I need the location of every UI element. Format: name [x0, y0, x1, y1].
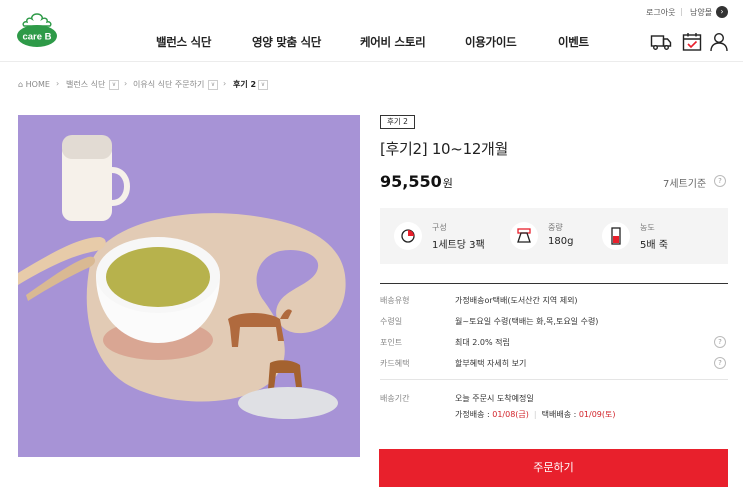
user-icon[interactable] — [708, 31, 730, 53]
info-value-card-benefit[interactable]: 할부혜택 자세히 보기 — [455, 358, 526, 369]
info-value-receive-day: 월~토요일 수령(택배는 화,목,토요일 수령) — [455, 317, 599, 326]
price-value: 95,550 — [380, 172, 442, 191]
truck-icon[interactable] — [650, 31, 672, 53]
nav-custom-diet[interactable]: 영양 맞춤 식단 — [252, 34, 321, 50]
chevron-down-icon[interactable]: ∨ — [258, 80, 268, 90]
info-value-delivery-type: 가정배송or택배(도서산간 지역 제외) — [455, 296, 578, 305]
chevron-right-icon: › — [124, 79, 128, 88]
info-label-delivery-period: 배송기간 — [380, 394, 410, 403]
info-label-card-benefit: 카드혜택 — [380, 359, 410, 368]
nav-balance-diet[interactable]: 밸런스 식단 — [156, 34, 211, 50]
parcel-delivery-label: 택배배송 : — [541, 410, 579, 419]
spec-concentration-value: 5배 죽 — [640, 240, 668, 251]
help-icon[interactable]: ? — [714, 357, 726, 369]
spec-composition-value: 1세트당 3팩 — [432, 240, 485, 251]
price-currency: 원 — [442, 177, 453, 190]
info-label-receive-day: 수령일 — [380, 317, 403, 326]
breadcrumb-home[interactable]: ⌂ HOME — [18, 79, 50, 91]
info-divider — [380, 379, 728, 380]
parcel-delivery-date: 01/09(토) — [578, 410, 616, 419]
breadcrumb-current[interactable]: 후기 2 — [233, 79, 256, 91]
header-divider — [0, 61, 743, 62]
info-divider — [380, 283, 728, 284]
util-separator: | — [680, 7, 683, 16]
product-price: 95,550원 — [380, 172, 453, 191]
spec-weight-value: 180g — [548, 236, 574, 247]
breadcrumb-item[interactable]: 밸런스 식단 — [66, 79, 105, 91]
product-category-tag: 후기 2 — [380, 115, 415, 129]
chevron-down-icon[interactable]: ∨ — [208, 80, 218, 90]
pie-chart-icon — [394, 222, 422, 250]
delivery-estimate-text: 오늘 주문시 도착예정일 — [455, 394, 534, 403]
spec-composition-label: 구성 — [432, 223, 447, 232]
logo-text: care B — [22, 32, 51, 43]
product-title: [후기2] 10~12개월 — [380, 140, 509, 158]
date-separator: | — [533, 410, 537, 419]
nav-event[interactable]: 이벤트 — [558, 34, 589, 50]
spec-concentration-label: 농도 — [640, 223, 655, 232]
home-delivery-date: 01/08(금) — [492, 410, 529, 419]
breadcrumb-item[interactable]: 이유식 식단 주문하기 — [133, 79, 204, 91]
chevron-down-icon[interactable]: ∨ — [109, 80, 119, 90]
calendar-check-icon[interactable] — [681, 31, 703, 53]
info-label-points: 포인트 — [380, 338, 403, 347]
product-image — [18, 115, 360, 457]
nav-careb-story[interactable]: 케어비 스토리 — [360, 34, 426, 50]
info-label-delivery-type: 배송유형 — [380, 296, 410, 305]
chevron-right-icon[interactable]: › — [716, 6, 728, 18]
home-icon: ⌂ — [18, 80, 26, 89]
home-delivery-label: 가정배송 : — [455, 410, 493, 419]
spec-box: 구성 1세트당 3팩 중량 180g 농도 5배 죽 — [380, 208, 728, 264]
care-b-logo[interactable]: care B — [15, 11, 59, 49]
breadcrumb-home-label: HOME — [25, 80, 50, 89]
namyang-mall-link[interactable]: 남양몰 — [690, 7, 712, 18]
order-button[interactable]: 주문하기 — [379, 449, 728, 487]
set-basis-label: 7세트기준 — [663, 179, 707, 190]
spec-weight-label: 중량 — [548, 223, 563, 232]
info-value-points: 최대 2.0% 적립 — [455, 338, 510, 347]
chevron-right-icon: › — [223, 79, 227, 88]
help-icon[interactable]: ? — [714, 175, 726, 187]
scale-icon — [510, 222, 538, 250]
delivery-dates: 가정배송 : 01/08(금) | 택배배송 : 01/09(토) — [455, 409, 616, 420]
nav-guide[interactable]: 이용가이드 — [465, 34, 517, 50]
beaker-icon — [602, 222, 630, 250]
logout-link[interactable]: 로그아웃 — [646, 7, 675, 18]
chevron-right-icon: › — [56, 79, 60, 88]
help-icon[interactable]: ? — [714, 336, 726, 348]
